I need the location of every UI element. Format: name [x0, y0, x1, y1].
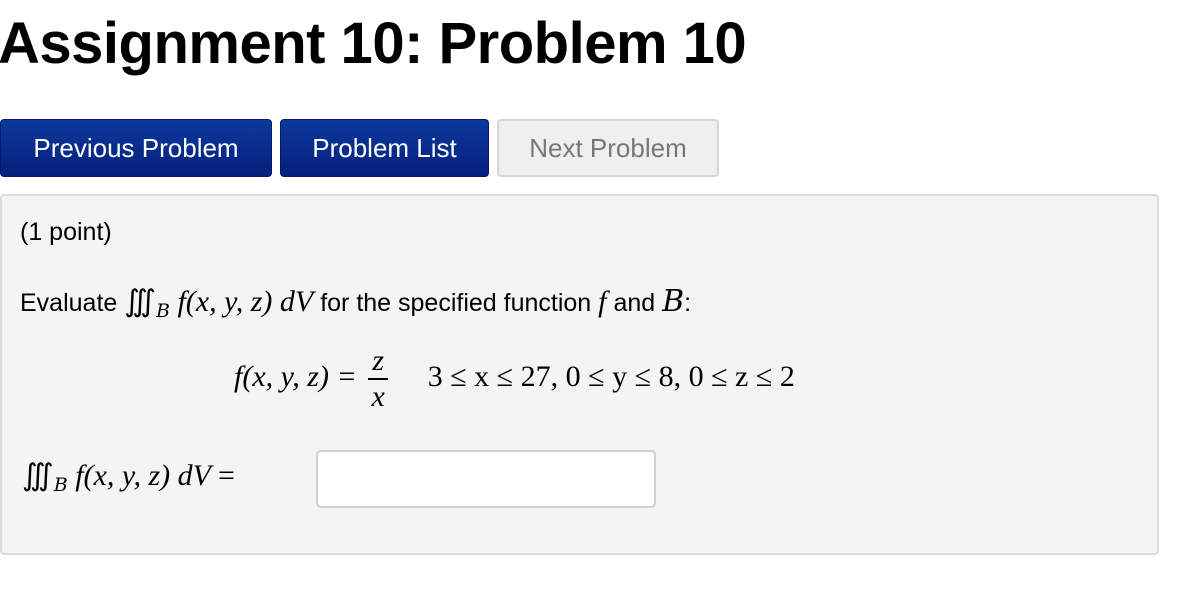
intro-and: and — [613, 289, 656, 317]
page-title: Assignment 10: Problem 10 — [0, 11, 747, 76]
region-symbol: B — [155, 300, 170, 322]
answer-label: ∭B f(x, y, z) dV = — [22, 458, 235, 496]
integrand: f(x, y, z) — [75, 459, 171, 492]
equals-sign: = — [217, 459, 235, 492]
denominator: x — [371, 380, 385, 413]
problem-statement: Evaluate ∭B f(x, y, z) dV for the specif… — [20, 284, 691, 322]
region-symbol: B — [53, 474, 68, 496]
integral-symbol: ∭ — [22, 459, 54, 492]
fraction: z x — [368, 344, 389, 413]
problem-list-button[interactable]: Problem List — [280, 119, 489, 177]
numerator: z — [372, 344, 385, 377]
previous-problem-button[interactable]: Previous Problem — [0, 119, 272, 177]
answer-input[interactable] — [316, 450, 656, 508]
f-symbol: f — [598, 285, 607, 318]
integral-symbol: ∭ — [124, 285, 156, 318]
problem-panel: (1 point) Evaluate ∭B f(x, y, z) dV for … — [0, 194, 1159, 555]
triple-integral-expression: ∭B f(x, y, z) dV — [124, 285, 320, 322]
differential: dV — [177, 459, 211, 492]
point-value: (1 point) — [20, 218, 112, 246]
function-lhs: f(x, y, z) = — [234, 359, 357, 393]
intro-prefix: Evaluate — [20, 289, 118, 317]
function-definition: f(x, y, z) = z x 3 ≤ x ≤ 27, 0 ≤ y ≤ 8, … — [234, 346, 795, 412]
differential: dV — [279, 285, 313, 318]
next-problem-button[interactable]: Next Problem — [497, 119, 719, 177]
intro-middle: for the specified function — [320, 289, 592, 317]
intro-suffix: : — [684, 289, 692, 317]
region-symbol-inline: B — [662, 284, 685, 319]
region-bounds: 3 ≤ x ≤ 27, 0 ≤ y ≤ 8, 0 ≤ z ≤ 2 — [427, 359, 795, 393]
integrand: f(x, y, z) — [177, 285, 273, 318]
